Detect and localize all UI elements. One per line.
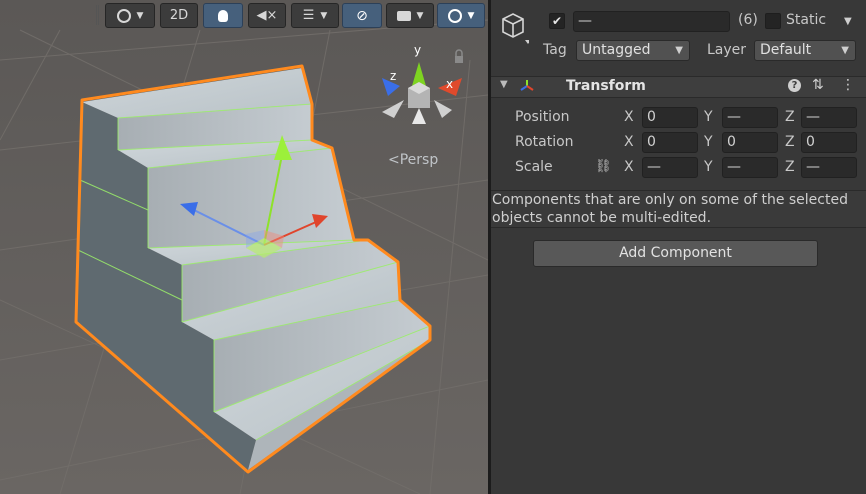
toggle-2d-label: 2D (169, 8, 189, 23)
rotation-x-value: 0 (647, 134, 656, 150)
scale-x-value: — (647, 159, 661, 175)
transform-header[interactable]: ▼ Transform ? ⇅ ⋮ (491, 76, 866, 98)
object-name-value: — (578, 13, 592, 29)
rotation-x-field[interactable]: 0 (642, 132, 698, 153)
position-z-field[interactable]: — (801, 107, 857, 128)
more-options-icon[interactable]: ⋮ (841, 77, 855, 93)
scale-z-field[interactable]: — (801, 157, 857, 178)
position-x-axis-label: X (624, 109, 634, 125)
position-y-axis-label: Y (704, 109, 713, 125)
scene-viewport[interactable]: y x z (0, 0, 488, 494)
rotation-z-field[interactable]: 0 (801, 132, 857, 153)
gizmo-y-label: y (414, 43, 421, 57)
checkmark-icon: ✔ (551, 14, 563, 28)
chevron-down-icon: ▼ (675, 45, 683, 56)
projection-icon: < (388, 152, 400, 168)
position-y-field[interactable]: — (722, 107, 778, 128)
help-icon[interactable]: ? (788, 79, 801, 92)
toggle-2d-button[interactable]: 2D (160, 3, 198, 28)
layer-label: Layer (707, 42, 747, 58)
audio-mute-icon: ◀× (256, 8, 278, 23)
shading-mode-icon (116, 8, 131, 23)
projection-toggle[interactable]: <Persp (388, 152, 438, 168)
tag-value: Untagged (582, 42, 651, 58)
tag-dropdown[interactable]: Untagged ▼ (576, 40, 690, 61)
scale-z-axis-label: Z (785, 159, 795, 175)
effects-dropdown[interactable]: ☰ ▼ (291, 3, 339, 28)
object-count: (6) (738, 12, 758, 28)
lighting-toggle[interactable] (203, 3, 243, 28)
add-component-button[interactable]: Add Component (533, 240, 818, 267)
effects-layers-icon: ☰ (302, 8, 315, 23)
gameobject-icon[interactable] (499, 10, 531, 44)
static-checkbox[interactable] (765, 13, 781, 29)
scene-view[interactable]: y x z ▼ 2D ◀× ☰ ▼ ⊘ ▼ ▼ <Persp (0, 0, 488, 494)
multi-edit-note: Components that are only on some of the … (491, 190, 866, 228)
object-name-field[interactable]: — (573, 11, 730, 32)
scale-label: Scale (515, 159, 553, 175)
rotation-z-value: 0 (806, 134, 815, 150)
projection-label: Persp (399, 152, 439, 168)
chevron-down-icon: ▼ (320, 10, 328, 21)
position-y-value: — (727, 109, 741, 125)
position-x-field[interactable]: 0 (642, 107, 698, 128)
scale-z-value: — (806, 159, 820, 175)
layer-value: Default (760, 42, 812, 58)
chevron-down-icon: ▼ (416, 10, 424, 21)
tag-label: Tag (543, 42, 567, 58)
rotation-x-axis-label: X (624, 134, 634, 150)
position-z-axis-label: Z (785, 109, 795, 125)
position-z-value: — (806, 109, 820, 125)
foldout-arrow-icon[interactable]: ▼ (500, 79, 508, 90)
chevron-down-icon: ▼ (136, 10, 144, 21)
inspector-panel: ✔ — (6) Static ▼ Tag Untagged ▼ Layer De… (491, 0, 866, 494)
presets-icon[interactable]: ⇅ (812, 77, 824, 93)
camera-icon (396, 10, 411, 21)
audio-toggle[interactable]: ◀× (248, 3, 286, 28)
light-bulb-icon (218, 9, 228, 22)
chevron-down-icon: ▼ (467, 10, 475, 21)
rotation-y-value: 0 (727, 134, 736, 150)
transform-title: Transform (566, 78, 646, 94)
rotation-y-field[interactable]: 0 (722, 132, 778, 153)
transform-icon (519, 78, 535, 98)
layer-dropdown[interactable]: Default ▼ (754, 40, 856, 61)
gizmo-z-label: z (390, 69, 396, 83)
constrain-proportions-icon[interactable]: ⛓ (595, 159, 612, 174)
scale-x-axis-label: X (624, 159, 634, 175)
hidden-eye-icon: ⊘ (356, 7, 368, 24)
scale-y-axis-label: Y (704, 159, 713, 175)
draw-mode-dropdown[interactable]: ▼ (105, 3, 155, 28)
position-label: Position (515, 109, 570, 125)
camera-dropdown[interactable]: ▼ (386, 3, 434, 28)
rotation-label: Rotation (515, 134, 574, 150)
gizmos-icon (447, 8, 462, 23)
add-component-label: Add Component (619, 245, 732, 261)
scale-y-value: — (727, 159, 741, 175)
scale-y-field[interactable]: — (722, 157, 778, 178)
active-checkbox[interactable]: ✔ (549, 13, 565, 29)
chevron-down-icon: ▼ (841, 45, 849, 56)
scene-visibility-toggle[interactable]: ⊘ (342, 3, 382, 28)
scale-x-field[interactable]: — (642, 157, 698, 178)
gizmos-dropdown[interactable]: ▼ (437, 3, 485, 28)
rotation-y-axis-label: Y (704, 134, 713, 150)
gizmo-x-label: x (446, 77, 453, 91)
position-x-value: 0 (647, 109, 656, 125)
static-label: Static (786, 12, 827, 28)
static-dropdown-chevron-icon[interactable]: ▼ (844, 16, 852, 27)
rotation-z-axis-label: Z (785, 134, 795, 150)
